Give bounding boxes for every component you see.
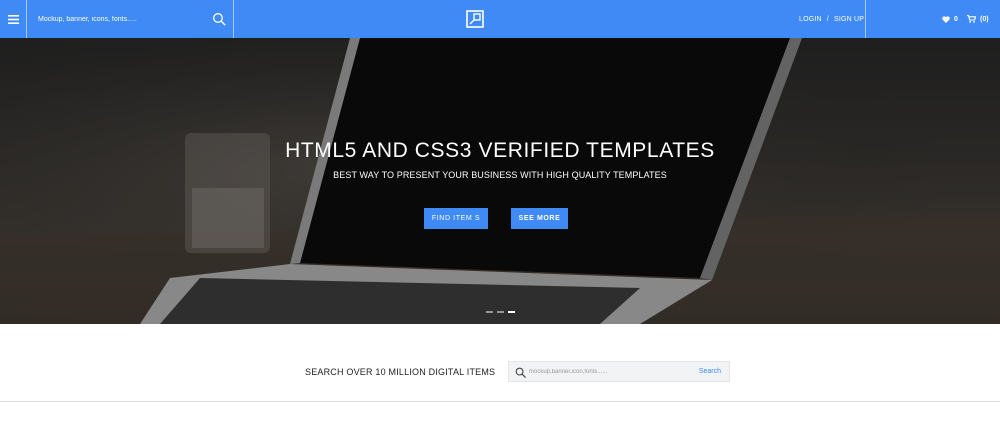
header-search bbox=[27, 0, 234, 38]
hamburger-icon bbox=[7, 14, 19, 24]
slider-dots bbox=[486, 311, 515, 313]
see-more-button[interactable]: SEE MORE bbox=[511, 208, 568, 229]
header-search-input[interactable] bbox=[27, 0, 212, 38]
digital-items-search-section: SEARCH OVER 10 MILLION DIGITAL ITEMS Sea… bbox=[0, 324, 1000, 402]
wishlist-count: 0 bbox=[954, 15, 958, 23]
auth-separator: / bbox=[826, 15, 829, 23]
slider-dot[interactable] bbox=[497, 311, 504, 313]
wishlist-button[interactable]: 0 bbox=[942, 0, 958, 38]
top-navbar: LOGIN / SIGN UP 0 (0) bbox=[0, 0, 1000, 38]
find-items-button[interactable]: FIND ITEM S bbox=[424, 208, 488, 229]
login-link[interactable]: LOGIN bbox=[799, 16, 822, 23]
items-search-input[interactable] bbox=[527, 362, 687, 381]
heart-icon bbox=[942, 15, 950, 23]
logo-icon[interactable] bbox=[466, 10, 484, 28]
section-divider bbox=[0, 401, 1000, 402]
cart-icon bbox=[967, 15, 976, 23]
search-icon bbox=[515, 367, 526, 378]
cart-button[interactable]: (0) bbox=[967, 0, 989, 38]
hero-title: HTML5 AND CSS3 VERIFIED TEMPLATES bbox=[285, 139, 715, 162]
items-search-box: Search bbox=[508, 361, 730, 382]
header-divider bbox=[865, 0, 866, 38]
signup-link[interactable]: SIGN UP bbox=[834, 16, 864, 23]
slider-dot[interactable] bbox=[486, 311, 493, 313]
hero-subtitle: BEST WAY TO PRESENT YOUR BUSINESS WITH H… bbox=[333, 170, 667, 180]
slider-dot-active[interactable] bbox=[508, 311, 515, 313]
auth-links: LOGIN / SIGN UP bbox=[799, 0, 864, 38]
hamburger-menu-button[interactable] bbox=[0, 0, 27, 38]
search-section-label: SEARCH OVER 10 MILLION DIGITAL ITEMS bbox=[305, 367, 496, 377]
search-icon[interactable] bbox=[212, 12, 226, 26]
cart-count: (0) bbox=[980, 15, 989, 23]
items-search-button[interactable]: Search bbox=[699, 362, 721, 381]
hero-background-image bbox=[0, 38, 1000, 324]
hero-slider: HTML5 AND CSS3 VERIFIED TEMPLATES BEST W… bbox=[0, 38, 1000, 324]
